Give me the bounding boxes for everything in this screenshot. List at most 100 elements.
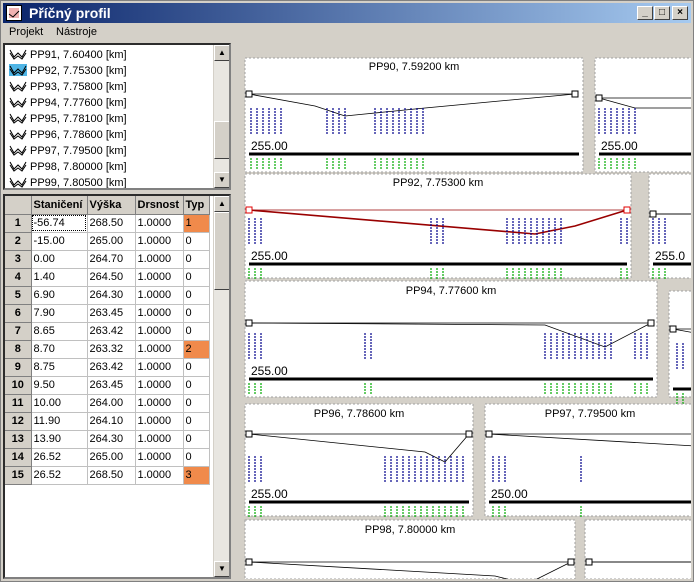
cell-drsnost[interactable]: 1.0000 [135, 232, 184, 251]
profile-panel[interactable] [668, 290, 691, 405]
table-row[interactable]: 9 8.75 263.42 1.0000 0 [5, 358, 210, 377]
close-button[interactable]: × [672, 6, 688, 20]
profile-panel[interactable]: PP94, 7.77600 km 255.00 [244, 280, 658, 398]
cell-typ[interactable]: 3 [183, 466, 210, 485]
menu-nastroje[interactable]: Nástroje [56, 26, 97, 38]
cell-staniceni[interactable]: 9.50 [31, 376, 88, 395]
cell-typ[interactable]: 0 [183, 358, 210, 377]
profile-panel[interactable] [584, 519, 691, 579]
cell-staniceni[interactable]: 6.90 [31, 286, 88, 305]
profile-panel[interactable]: 255.0 [648, 173, 691, 280]
cell-typ[interactable]: 2 [183, 340, 210, 359]
cell-drsnost[interactable]: 1.0000 [135, 268, 184, 287]
cell-typ[interactable]: 0 [183, 268, 210, 287]
maximize-button[interactable]: □ [654, 6, 670, 20]
profile-list[interactable]: ▲ ▼ PP91, 7.60400 [km] PP92, 7.75300 [km]… [3, 43, 231, 190]
cell-vyska[interactable]: 265.00 [87, 232, 136, 251]
cell-vyska[interactable]: 263.42 [87, 322, 136, 341]
cell-vyska[interactable]: 268.50 [87, 466, 136, 485]
col-header-vyska[interactable]: Výška [87, 196, 136, 215]
cell-typ[interactable]: 0 [183, 286, 210, 305]
scroll-thumb[interactable] [214, 121, 229, 159]
profile-drawings[interactable]: PP90, 7.59200 km255.00 255.00PP92, 7.7530… [233, 43, 691, 579]
profile-panel[interactable]: PP96, 7.78600 km 255.00 [244, 403, 474, 518]
cell-typ[interactable]: 1 [183, 214, 210, 233]
cell-vyska[interactable]: 268.50 [87, 214, 136, 233]
cell-vyska[interactable]: 263.42 [87, 358, 136, 377]
profile-panel[interactable]: PP97, 7.79500 km 250.00 [484, 403, 691, 518]
profile-list-item[interactable]: PP96, 7.78600 [km] [9, 127, 127, 143]
cell-staniceni[interactable]: 7.90 [31, 304, 88, 323]
cell-drsnost[interactable]: 1.0000 [135, 304, 184, 323]
cell-vyska[interactable]: 263.45 [87, 304, 136, 323]
profile-list-item[interactable]: PP93, 7.75800 [km] [9, 79, 127, 95]
cell-typ[interactable]: 0 [183, 232, 210, 251]
cell-drsnost[interactable]: 1.0000 [135, 358, 184, 377]
table-row[interactable]: 4 1.40 264.50 1.0000 0 [5, 268, 210, 287]
table-row[interactable]: 14 26.52 265.00 1.0000 0 [5, 448, 210, 467]
cell-typ[interactable]: 0 [183, 412, 210, 431]
cell-vyska[interactable]: 264.70 [87, 250, 136, 269]
cell-drsnost[interactable]: 1.0000 [135, 214, 184, 233]
cell-vyska[interactable]: 264.30 [87, 286, 136, 305]
cell-drsnost[interactable]: 1.0000 [135, 250, 184, 269]
profile-list-item[interactable]: PP95, 7.78100 [km] [9, 111, 127, 127]
profile-list-item[interactable]: PP92, 7.75300 [km] [9, 63, 127, 79]
cell-staniceni[interactable]: 8.65 [31, 322, 88, 341]
cell-staniceni[interactable]: 11.90 [31, 412, 88, 431]
table-row[interactable]: 8 8.70 263.32 1.0000 2 [5, 340, 210, 359]
cell-vyska[interactable]: 264.10 [87, 412, 136, 431]
cell-drsnost[interactable]: 1.0000 [135, 412, 184, 431]
table-row[interactable]: 10 9.50 263.45 1.0000 0 [5, 376, 210, 395]
cell-typ[interactable]: 0 [183, 250, 210, 269]
cell-vyska[interactable]: 264.50 [87, 268, 136, 287]
table-row[interactable]: 7 8.65 263.42 1.0000 0 [5, 322, 210, 341]
cell-typ[interactable]: 0 [183, 304, 210, 323]
grid-scrollbar[interactable]: ▲ ▼ [213, 196, 229, 577]
table-row[interactable]: 2 -15.00 265.00 1.0000 0 [5, 232, 210, 251]
scroll-down-icon[interactable]: ▼ [214, 561, 229, 577]
profile-list-item[interactable]: PP99, 7.80500 [km] [9, 175, 127, 188]
cell-drsnost[interactable]: 1.0000 [135, 322, 184, 341]
cell-drsnost[interactable]: 1.0000 [135, 340, 184, 359]
profile-panel[interactable]: 255.00 [594, 57, 691, 173]
cell-drsnost[interactable]: 1.0000 [135, 376, 184, 395]
scroll-down-icon[interactable]: ▼ [214, 172, 229, 188]
cell-staniceni[interactable]: 8.70 [31, 340, 88, 359]
cell-staniceni[interactable]: -15.00 [31, 232, 88, 251]
cell-vyska[interactable]: 265.00 [87, 448, 136, 467]
table-row[interactable]: 5 6.90 264.30 1.0000 0 [5, 286, 210, 305]
cell-vyska[interactable]: 264.30 [87, 430, 136, 449]
scroll-thumb[interactable] [214, 212, 229, 290]
minimize-button[interactable]: _ [637, 6, 653, 20]
col-header-typ[interactable]: Typ [183, 196, 210, 215]
cell-staniceni[interactable]: 26.52 [31, 466, 88, 485]
profile-list-scrollbar[interactable]: ▲ ▼ [213, 45, 229, 188]
table-row[interactable]: 11 10.00 264.00 1.0000 0 [5, 394, 210, 413]
profile-list-item[interactable]: PP98, 7.80000 [km] [9, 159, 127, 175]
table-row[interactable]: 12 11.90 264.10 1.0000 0 [5, 412, 210, 431]
col-header-staniceni[interactable]: Staničení [31, 196, 88, 215]
profile-panel[interactable]: PP90, 7.59200 km 255.00 [244, 57, 584, 173]
cell-vyska[interactable]: 263.45 [87, 376, 136, 395]
cell-typ[interactable]: 0 [183, 376, 210, 395]
cell-typ[interactable]: 0 [183, 448, 210, 467]
cell-staniceni[interactable]: 13.90 [31, 430, 88, 449]
profile-panel[interactable]: PP98, 7.80000 km [244, 519, 576, 579]
cell-staniceni[interactable]: -56.74 [31, 214, 88, 233]
table-row[interactable]: 6 7.90 263.45 1.0000 0 [5, 304, 210, 323]
cell-vyska[interactable]: 263.32 [87, 340, 136, 359]
col-header-drsnost[interactable]: Drsnost [135, 196, 184, 215]
cell-staniceni[interactable]: 10.00 [31, 394, 88, 413]
title-bar[interactable]: Příčný profil _ □ × [3, 3, 691, 23]
scroll-up-icon[interactable]: ▲ [214, 196, 229, 212]
menu-projekt[interactable]: Projekt [9, 26, 43, 38]
cell-typ[interactable]: 0 [183, 430, 210, 449]
cell-drsnost[interactable]: 1.0000 [135, 466, 184, 485]
profile-list-item[interactable]: PP94, 7.77600 [km] [9, 95, 127, 111]
profile-list-item[interactable]: PP91, 7.60400 [km] [9, 47, 127, 63]
cell-staniceni[interactable]: 26.52 [31, 448, 88, 467]
table-row[interactable]: 1 -56.74 268.50 1.0000 1 [5, 214, 210, 233]
cell-drsnost[interactable]: 1.0000 [135, 448, 184, 467]
cell-staniceni[interactable]: 8.75 [31, 358, 88, 377]
